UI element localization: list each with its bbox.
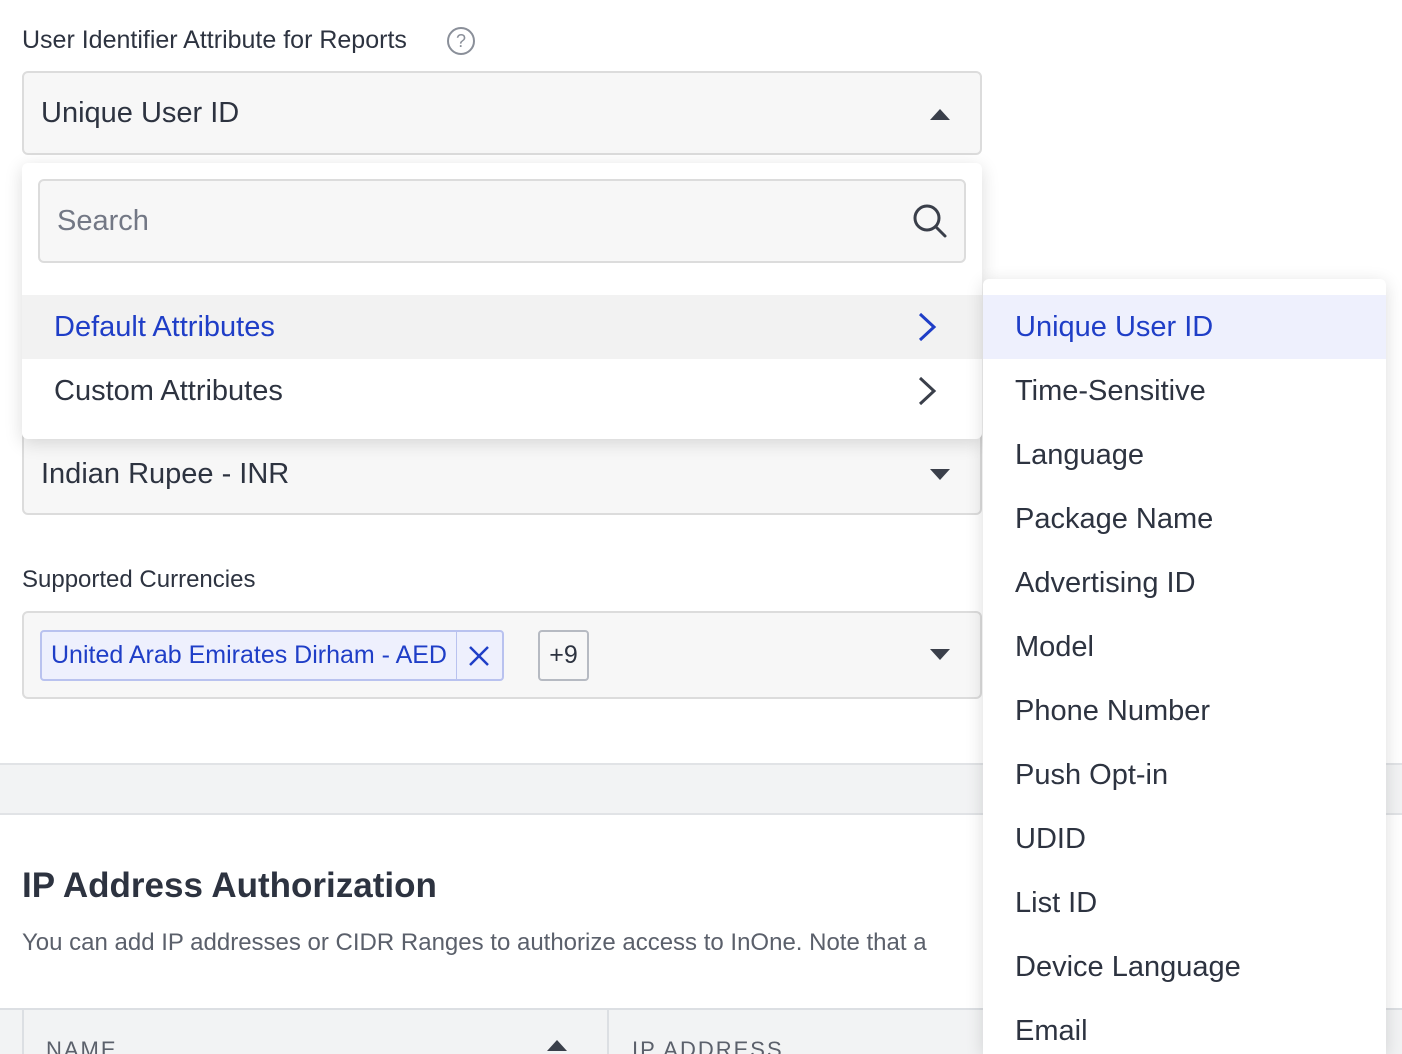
submenu-item-advertising-id[interactable]: Advertising ID xyxy=(983,551,1386,615)
caret-up-icon xyxy=(930,109,950,120)
default-attributes-submenu: Unique User ID Time-Sensitive Language P… xyxy=(983,279,1386,1054)
submenu-item-model[interactable]: Model xyxy=(983,615,1386,679)
search-icon xyxy=(913,204,947,238)
submenu-item-language[interactable]: Language xyxy=(983,423,1386,487)
attribute-dropdown: Default Attributes Custom Attributes xyxy=(22,163,982,439)
chevron-right-icon xyxy=(918,376,937,406)
more-currencies-badge[interactable]: +9 xyxy=(538,630,589,681)
caret-down-icon xyxy=(930,649,950,660)
user-identifier-label: User Identifier Attribute for Reports xyxy=(22,26,407,54)
currency-tag-label: United Arab Emirates Dirham - AED xyxy=(51,641,447,669)
submenu-item-device-language[interactable]: Device Language xyxy=(983,935,1386,999)
submenu-item-time-sensitive[interactable]: Time-Sensitive xyxy=(983,359,1386,423)
chevron-right-icon xyxy=(918,312,937,342)
group-custom-attributes[interactable]: Custom Attributes xyxy=(22,359,982,423)
help-icon[interactable]: ? xyxy=(447,27,475,55)
submenu-item-unique-user-id[interactable]: Unique User ID xyxy=(983,295,1386,359)
submenu-item-phone-number[interactable]: Phone Number xyxy=(983,679,1386,743)
column-header-ip-address[interactable]: IP ADDRESS xyxy=(632,1037,784,1054)
group-label: Default Attributes xyxy=(54,310,275,343)
submenu-item-push-opt-in[interactable]: Push Opt-in xyxy=(983,743,1386,807)
column-divider xyxy=(607,1010,609,1054)
caret-down-icon xyxy=(930,469,950,480)
currency-tag: United Arab Emirates Dirham - AED xyxy=(40,630,504,681)
group-default-attributes[interactable]: Default Attributes xyxy=(22,295,982,359)
submenu-item-package-name[interactable]: Package Name xyxy=(983,487,1386,551)
remove-tag-button[interactable] xyxy=(455,632,502,679)
close-icon xyxy=(469,645,490,666)
sort-asc-icon[interactable] xyxy=(547,1040,567,1051)
group-label: Custom Attributes xyxy=(54,374,283,407)
user-identifier-value: Unique User ID xyxy=(41,97,240,129)
supported-currencies-label: Supported Currencies xyxy=(22,566,256,593)
ip-section-description: You can add IP addresses or CIDR Ranges … xyxy=(22,929,927,956)
ip-section-title: IP Address Authorization xyxy=(22,866,437,905)
user-identifier-select[interactable]: Unique User ID xyxy=(22,71,982,155)
submenu-item-list-id[interactable]: List ID xyxy=(983,871,1386,935)
submenu-item-email[interactable]: Email xyxy=(983,999,1386,1054)
search-input[interactable] xyxy=(38,179,966,263)
submenu-item-udid[interactable]: UDID xyxy=(983,807,1386,871)
column-divider xyxy=(22,1010,24,1054)
base-currency-select[interactable]: Indian Rupee - INR xyxy=(22,430,982,515)
base-currency-value: Indian Rupee - INR xyxy=(41,458,290,490)
column-header-name[interactable]: NAME xyxy=(46,1037,118,1054)
